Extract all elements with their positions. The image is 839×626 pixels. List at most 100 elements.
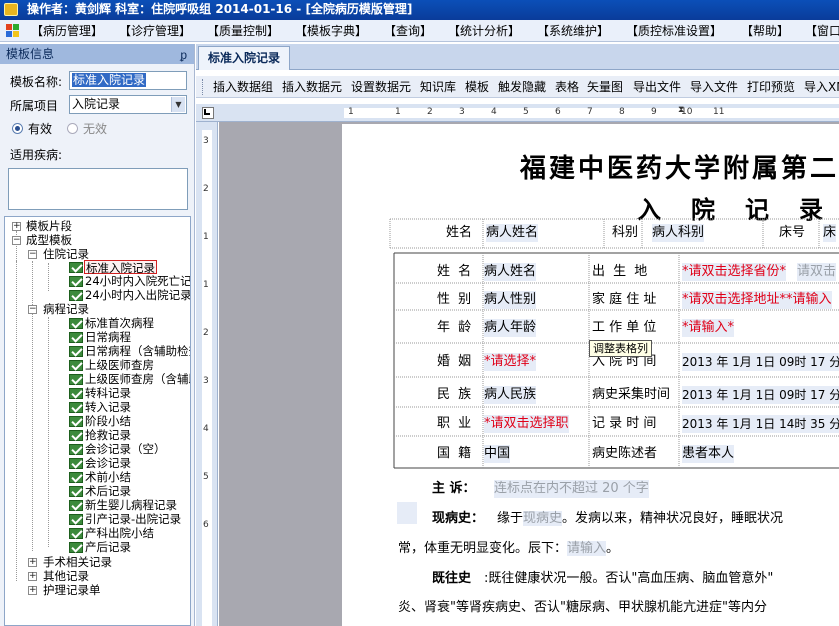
category-select[interactable]: 入院记录 ▼ — [69, 95, 187, 114]
tree-item[interactable]: 产科出院小结 — [85, 526, 154, 540]
tab-standard-admission[interactable]: 标准入院记录 — [198, 46, 290, 70]
tree-item-fragments[interactable]: 模板片段 — [26, 219, 72, 233]
tree-item[interactable]: 阶段小结 — [85, 414, 131, 428]
cell-value-record-time[interactable]: 2013 年 1月 1日 14时 35 分 — [682, 415, 839, 433]
ruler-tick-label: 11 — [713, 107, 725, 117]
menu-qc-standards[interactable]: 【质控标准设置】 — [626, 23, 722, 39]
header-bed-value[interactable]: 床 — [823, 224, 837, 242]
cell-value-birthplace[interactable]: *请双击选择省份* — [682, 263, 787, 281]
table-button[interactable]: 表格 — [555, 79, 579, 95]
tree-item-progress-notes[interactable]: 病程记录 — [43, 302, 89, 316]
tree-item-surgery-records[interactable]: 手术相关记录 — [43, 555, 112, 569]
menu-help[interactable]: 【帮助】 — [741, 23, 789, 39]
tree-item[interactable]: 上级医师查房 — [85, 358, 154, 372]
tree-item-nursing-records[interactable]: 护理记录单 — [43, 583, 101, 597]
export-file-button[interactable]: 导出文件 — [633, 79, 681, 95]
cell-value-admission-time[interactable]: 2013 年 1月 1日 09时 17 分 — [682, 353, 839, 371]
menu-quality-control[interactable]: 【质量控制】 — [207, 23, 279, 39]
chief-complaint-input[interactable]: 连标点在内不超过 20 个字 — [494, 480, 649, 498]
chevron-down-icon[interactable]: ▼ — [171, 97, 185, 112]
tree-item-other-records[interactable]: 其他记录 — [43, 569, 89, 583]
past-history-text-2[interactable]: 炎、肾衰"等肾疾病史、否认"糖尿病、甲状腺机能亢进症"等内分 — [398, 599, 767, 617]
template-icon — [69, 514, 83, 525]
cell-value-gender[interactable]: 病人性别 — [484, 291, 537, 309]
expand-icon[interactable]: + — [28, 572, 37, 581]
tree-item[interactable]: 会诊记录（空） — [85, 442, 166, 456]
tree-item[interactable]: 标准首次病程 — [85, 316, 154, 330]
tree-item[interactable]: 转入记录 — [85, 400, 131, 414]
windows-logo-icon[interactable] — [6, 24, 20, 37]
tree-item[interactable]: 会诊记录 — [85, 456, 131, 470]
tree-item-standard-admission[interactable]: 标准入院记录 — [84, 260, 157, 275]
cell-value-marriage[interactable]: *请选择* — [484, 353, 537, 371]
cell-label-history-time: 病史采集时间 — [592, 387, 671, 402]
tree-item[interactable]: 引产记录-出院记录 — [85, 512, 181, 526]
insert-data-group-button[interactable]: 插入数据组 — [213, 79, 273, 95]
tree-item[interactable]: 上级医师查房（含辅助检查） — [85, 372, 190, 386]
set-data-element-button[interactable]: 设置数据元 — [351, 79, 411, 95]
header-dept-value[interactable]: 病人科别 — [652, 224, 705, 242]
menu-statistics[interactable]: 【统计分析】 — [448, 23, 520, 39]
cell-value-name[interactable]: 病人姓名 — [484, 263, 537, 281]
cell-value-nationality[interactable]: 中国 — [484, 445, 511, 463]
horizontal-ruler[interactable]: 1 1 2 3 4 5 6 7 8 9 10 11 ⧗ — [196, 104, 839, 122]
pin-icon[interactable]: ᵱ — [180, 45, 187, 65]
template-icon — [69, 276, 83, 287]
menu-window[interactable]: 【窗口 — [805, 23, 839, 39]
tree-item-24h-discharge[interactable]: 24小时内入出院记录 — [85, 288, 190, 302]
cell-value-informant[interactable]: 患者本人 — [682, 445, 735, 463]
menu-diagnosis[interactable]: 【诊疗管理】 — [119, 23, 191, 39]
import-file-button[interactable]: 导入文件 — [690, 79, 738, 95]
vector-graphic-button[interactable]: 矢量图 — [587, 79, 623, 95]
menu-system-maintenance[interactable]: 【系统维护】 — [537, 23, 609, 39]
invalid-radio[interactable] — [67, 123, 78, 134]
template-tree[interactable]: + 模板片段 − 成型模板 − 住院记录 标准入院记录 24小时内入院死亡记录 … — [4, 216, 191, 626]
vertical-ruler[interactable]: 3 2 1 1 2 3 4 5 6 — [196, 122, 218, 626]
tree-item-formed-templates[interactable]: 成型模板 — [26, 233, 72, 247]
template-icon — [69, 528, 83, 539]
import-xml-button[interactable]: 导入XML — [804, 79, 839, 95]
template-button[interactable]: 模板 — [465, 79, 489, 95]
cell-value-birthplace-extra[interactable]: 请双击 — [797, 263, 837, 281]
tree-item[interactable]: 新生婴儿病程记录 — [85, 498, 177, 512]
cell-value-occupation[interactable]: *请双击选择职 — [484, 415, 569, 433]
template-name-input[interactable]: 标准入院记录 — [69, 71, 187, 90]
menu-query[interactable]: 【查询】 — [384, 23, 432, 39]
tree-item[interactable]: 产后记录 — [85, 540, 131, 554]
past-history-text[interactable]: :既往健康状况一般。否认"高血压病、脑血管意外" — [484, 570, 773, 588]
cell-value-ethnicity[interactable]: 病人民族 — [484, 386, 537, 404]
present-illness-input[interactable]: 现病史 — [523, 511, 563, 526]
tree-item[interactable]: 术前小结 — [85, 470, 131, 484]
knowledge-base-button[interactable]: 知识库 — [420, 79, 456, 95]
expand-icon[interactable]: + — [12, 222, 21, 231]
tree-item-admission-records[interactable]: 住院记录 — [43, 247, 89, 261]
collapse-icon[interactable]: − — [28, 305, 37, 314]
trigger-hide-button[interactable]: 触发隐藏 — [498, 79, 546, 95]
cell-value-workplace[interactable]: *请输入* — [682, 319, 735, 337]
tree-item[interactable]: 转科记录 — [85, 386, 131, 400]
menu-template-dictionary[interactable]: 【模板字典】 — [295, 23, 367, 39]
tree-item[interactable]: 抢救记录 — [85, 428, 131, 442]
insert-data-element-button[interactable]: 插入数据元 — [282, 79, 342, 95]
header-name-value[interactable]: 病人姓名 — [486, 224, 539, 242]
print-preview-button[interactable]: 打印预览 — [747, 79, 795, 95]
expand-icon[interactable]: + — [28, 558, 37, 567]
menu-medical-records[interactable]: 【病历管理】 — [31, 23, 103, 39]
collapse-icon[interactable]: − — [12, 236, 21, 245]
indent-marker-icon[interactable]: ⧗ — [678, 105, 684, 115]
disease-textarea[interactable] — [8, 168, 188, 210]
template-icon — [69, 542, 83, 553]
expand-icon[interactable]: + — [28, 586, 37, 595]
chief-complaint-label: 主 诉： — [432, 481, 476, 496]
collapse-icon[interactable]: − — [28, 250, 37, 259]
cell-value-history-time[interactable]: 2013 年 1月 1日 09时 17 分 — [682, 386, 839, 404]
tree-item[interactable]: 术后记录 — [85, 484, 131, 498]
tree-item-24h-death[interactable]: 24小时内入院死亡记录 — [85, 274, 190, 288]
present-illness-input-2[interactable]: 请输入 — [567, 541, 607, 556]
cell-value-age[interactable]: 病人年龄 — [484, 319, 537, 337]
cell-label-occupation: 职 业 — [437, 416, 474, 431]
tree-item[interactable]: 日常病程（含辅助检查） — [85, 344, 190, 358]
cell-value-address[interactable]: *请双击选择地址**请输入 — [682, 291, 832, 309]
tree-item[interactable]: 日常病程 — [85, 330, 131, 344]
valid-radio[interactable] — [12, 123, 23, 134]
